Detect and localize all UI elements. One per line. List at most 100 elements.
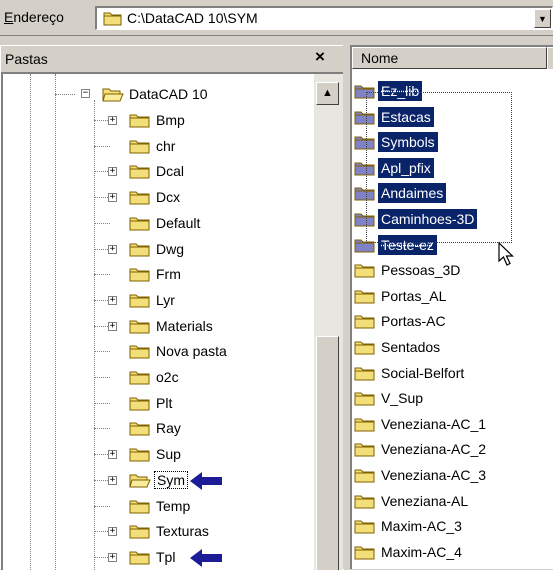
expand-toggle[interactable]: + [108, 450, 117, 459]
folders-pane: Pastas × − DataCAD 10 + Bmp chr + Dcal + Dcx De… [0, 45, 344, 570]
dropdown-arrow-icon[interactable]: ▼ [534, 9, 551, 28]
tree-item-label: Sym [154, 471, 188, 489]
folder-icon [354, 185, 376, 204]
tree-guide-line [55, 74, 56, 570]
file-item-label: Veneziana-AC_2 [381, 441, 487, 457]
folder-icon [129, 446, 151, 465]
file-item-label: Estacas [378, 107, 434, 127]
folder-icon [354, 493, 376, 512]
address-label: Endereço [4, 9, 64, 25]
tree-item-label: Tpl [156, 549, 176, 565]
file-item-label: Sentados [381, 339, 441, 355]
collapse-toggle[interactable]: − [81, 89, 90, 98]
file-item-label: Caminhoes-3D [378, 209, 478, 229]
file-item-label: Veneziana-AC_3 [381, 467, 487, 483]
folder-icon [129, 241, 151, 260]
folder-icon [129, 498, 151, 517]
expand-toggle[interactable]: + [108, 476, 117, 485]
folders-pane-title: Pastas [5, 51, 48, 67]
tree-guide-line [94, 403, 110, 404]
expand-toggle[interactable]: + [108, 167, 117, 176]
folder-icon [354, 262, 376, 281]
folder-icon [354, 416, 376, 435]
vertical-scrollbar[interactable]: ▲ [314, 74, 343, 570]
blue-arrow-icon [190, 472, 222, 493]
folder-icon [129, 343, 151, 362]
tree-item-label: DataCAD 10 [129, 86, 208, 102]
tree-item-label: chr [156, 138, 176, 154]
folder-icon [354, 365, 376, 384]
pane-splitter[interactable] [343, 45, 350, 569]
file-item-label: Veneziana-AC_1 [381, 416, 487, 432]
folder-icon [354, 313, 376, 332]
scroll-up-icon[interactable]: ▲ [316, 82, 339, 105]
file-item-label: Andaimes [378, 183, 447, 203]
tree-item-label: Materials [156, 318, 213, 334]
tree-guide-line [94, 377, 110, 378]
folder-icon [129, 189, 151, 208]
file-item-label: V_Sup [381, 390, 424, 406]
tree-guide-line [94, 146, 110, 147]
folder-icon [354, 109, 376, 128]
tree-item-label: Plt [156, 395, 173, 411]
file-item-label: Portas-AC [381, 313, 446, 329]
column-header-name[interactable]: Nome [352, 47, 547, 69]
file-item-label: Ez_lib [378, 81, 423, 101]
file-list-pane[interactable]: Nome Ez_lib Estacas Symbols Apl_pfix Andaime… [350, 45, 553, 569]
folder-icon [354, 441, 376, 460]
folder-icon [354, 237, 376, 256]
folder-icon [129, 163, 151, 182]
file-item-label: Teste-ez [378, 235, 437, 255]
address-combobox[interactable]: C:\DataCAD 10\SYM ▼ [95, 6, 553, 30]
close-icon[interactable]: × [315, 47, 325, 67]
address-path: C:\DataCAD 10\SYM [127, 10, 258, 26]
folder-icon [129, 138, 151, 157]
folder-icon [354, 83, 376, 102]
tree-item-label: Temp [156, 498, 191, 514]
folder-icon [129, 523, 151, 542]
folder-icon [129, 369, 151, 388]
expand-toggle[interactable]: + [108, 296, 117, 305]
open-folder-icon [102, 86, 124, 105]
folder-icon [129, 292, 151, 311]
mouse-pointer-icon [498, 242, 514, 266]
tree-item-label: Lyr [156, 292, 175, 308]
tree-item-label: Nova pasta [156, 343, 227, 359]
tree-guide-line [94, 351, 110, 352]
folder-icon [354, 339, 376, 358]
tree-item-label: Dcal [156, 163, 185, 179]
tree-item-label: Ray [156, 420, 181, 436]
file-item-label: Maxim-AC_3 [381, 518, 462, 534]
folder-icon [354, 518, 376, 537]
folder-icon [129, 266, 151, 285]
open-folder-icon [129, 472, 151, 491]
expand-toggle[interactable]: + [108, 322, 117, 331]
file-item-label: Portas_AL [381, 288, 447, 304]
tree-item-label: Bmp [156, 112, 185, 128]
tree-guide-line [94, 274, 110, 275]
expand-toggle[interactable]: + [108, 553, 117, 562]
tree-guide-line [55, 94, 75, 95]
expand-toggle[interactable]: + [108, 116, 117, 125]
folder-icon [354, 211, 376, 230]
folder-icon [129, 318, 151, 337]
tree-item-label: Texturas [156, 523, 209, 539]
scroll-thumb[interactable] [316, 336, 339, 570]
tree-guide-line [30, 74, 31, 570]
folder-icon [354, 134, 376, 153]
folder-icon [103, 10, 123, 29]
tree-item-label: Default [156, 215, 201, 231]
folders-pane-header: Pastas × [1, 46, 344, 72]
folder-icon [354, 160, 376, 179]
expand-toggle[interactable]: + [108, 527, 117, 536]
folder-icon [354, 390, 376, 409]
folder-icon [129, 420, 151, 439]
folder-icon [354, 467, 376, 486]
column-header-next[interactable] [547, 47, 553, 69]
tree-item-label: Dcx [156, 189, 181, 205]
file-item-label: Pessoas_3D [381, 262, 461, 278]
expand-toggle[interactable]: + [108, 245, 117, 254]
tree-guide-line [94, 428, 110, 429]
expand-toggle[interactable]: + [108, 193, 117, 202]
folder-tree[interactable]: − DataCAD 10 + Bmp chr + Dcal + Dcx Default + Dwg… [1, 72, 344, 570]
